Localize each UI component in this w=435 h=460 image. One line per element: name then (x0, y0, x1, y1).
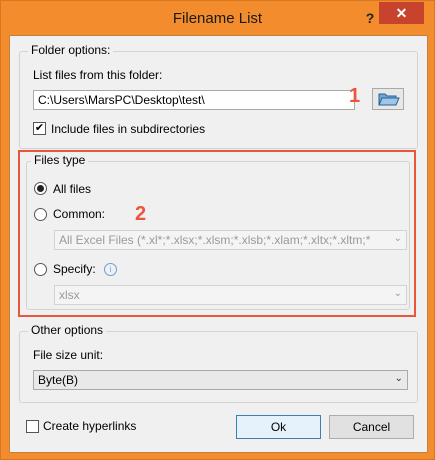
annotation-badge-2: 2 (135, 203, 147, 225)
include-subdirs-label: Include files in subdirectories (51, 122, 206, 136)
create-hyperlinks-checkbox[interactable] (26, 420, 39, 433)
include-subdirs-checkbox[interactable]: ✔ (33, 122, 46, 135)
close-button[interactable]: ✕ (379, 2, 424, 24)
ok-button[interactable]: Ok (236, 415, 321, 439)
file-size-unit-value: Byte(B) (38, 373, 79, 387)
close-icon: ✕ (395, 5, 408, 21)
cancel-button[interactable]: Cancel (329, 415, 414, 439)
dialog-body: Folder options: List files from this fol… (9, 35, 428, 453)
list-files-label: List files from this folder: (33, 68, 163, 82)
other-options-label: Other options (28, 323, 107, 337)
other-options-group (19, 331, 418, 403)
checkmark-icon: ✔ (34, 122, 45, 134)
annotation-badge-1: 1 (349, 85, 361, 107)
file-size-unit-label: File size unit: (33, 348, 104, 362)
browse-folder-button[interactable] (372, 88, 404, 110)
dialog-window: Filename List ? ✕ Folder options: List f… (0, 0, 435, 460)
file-size-unit-select[interactable]: Byte(B) ⌄ (33, 370, 408, 390)
folder-open-icon (378, 93, 400, 106)
create-hyperlinks-label: Create hyperlinks (43, 419, 137, 433)
folder-options-label: Folder options: (28, 43, 114, 57)
folder-path-input[interactable]: C:\Users\MarsPC\Desktop\test\ (33, 90, 355, 110)
title-bar[interactable]: Filename List ? ✕ (1, 1, 434, 35)
chevron-down-icon: ⌄ (394, 373, 403, 384)
files-type-highlight-box (18, 150, 416, 317)
